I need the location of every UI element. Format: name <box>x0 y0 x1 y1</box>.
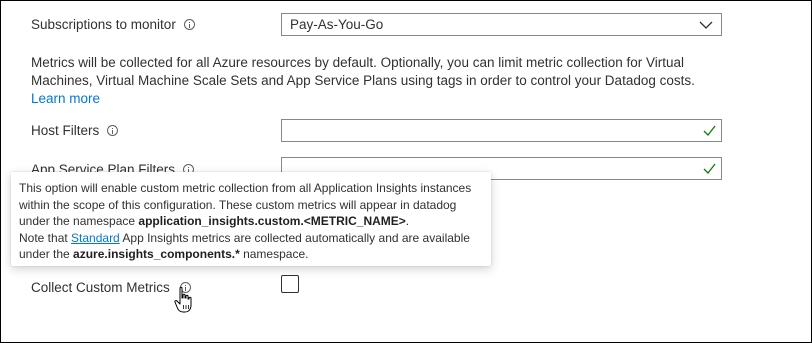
subscriptions-selected-value: Pay-As-You-Go <box>290 17 384 32</box>
check-icon <box>703 163 716 174</box>
host-filters-input[interactable] <box>281 119 722 142</box>
info-icon[interactable] <box>183 19 195 30</box>
subscriptions-dropdown[interactable]: Pay-As-You-Go <box>281 13 722 36</box>
chevron-down-icon <box>699 21 713 29</box>
learn-more-link[interactable]: Learn more <box>31 91 100 106</box>
metrics-description-text: Metrics will be collected for all Azure … <box>31 55 695 88</box>
subscriptions-label: Subscriptions to monitor <box>31 17 176 32</box>
standard-link[interactable]: Standard <box>71 231 120 245</box>
subscriptions-label-row: Subscriptions to monitor <box>31 17 195 32</box>
tooltip-text: namespace. <box>239 247 309 261</box>
hand-cursor-icon <box>174 286 192 313</box>
collect-custom-metrics-label: Collect Custom Metrics <box>31 280 170 295</box>
tooltip-line: Note that Standard App Insights metrics … <box>19 230 482 247</box>
collect-custom-metrics-checkbox[interactable] <box>281 275 299 293</box>
collect-custom-metrics-label-row: Collect Custom Metrics <box>31 280 191 295</box>
tooltip-line: This option will enable custom metric co… <box>19 181 472 195</box>
tooltip-namespace-components: azure.insights_components.* <box>73 247 240 261</box>
info-icon[interactable] <box>107 125 119 136</box>
host-filters-label: Host Filters <box>31 123 100 138</box>
metrics-description: Metrics will be collected for all Azure … <box>31 54 711 108</box>
tooltip-line: under the namespace application_insights… <box>19 213 482 230</box>
tooltip-text: under the namespace <box>19 214 139 228</box>
tooltip-namespace-custom: application_insights.custom.<METRIC_NAME… <box>138 214 406 228</box>
tooltip-line: under the azure.insights_components.* na… <box>19 246 482 263</box>
tooltip-text: under the <box>19 247 74 261</box>
tooltip-text: App Insights metrics are collected autom… <box>119 230 470 245</box>
tooltip-text: . <box>405 214 410 228</box>
check-icon <box>703 125 716 136</box>
tooltip-line: within the scope of this configuration. … <box>19 197 457 212</box>
host-filters-label-row: Host Filters <box>31 123 119 138</box>
custom-metrics-tooltip: This option will enable custom metric co… <box>11 172 491 266</box>
azure-datadog-metrics-panel: Subscriptions to monitor Pay-As-You-Go M… <box>0 0 812 343</box>
tooltip-text: Note that <box>19 230 72 245</box>
